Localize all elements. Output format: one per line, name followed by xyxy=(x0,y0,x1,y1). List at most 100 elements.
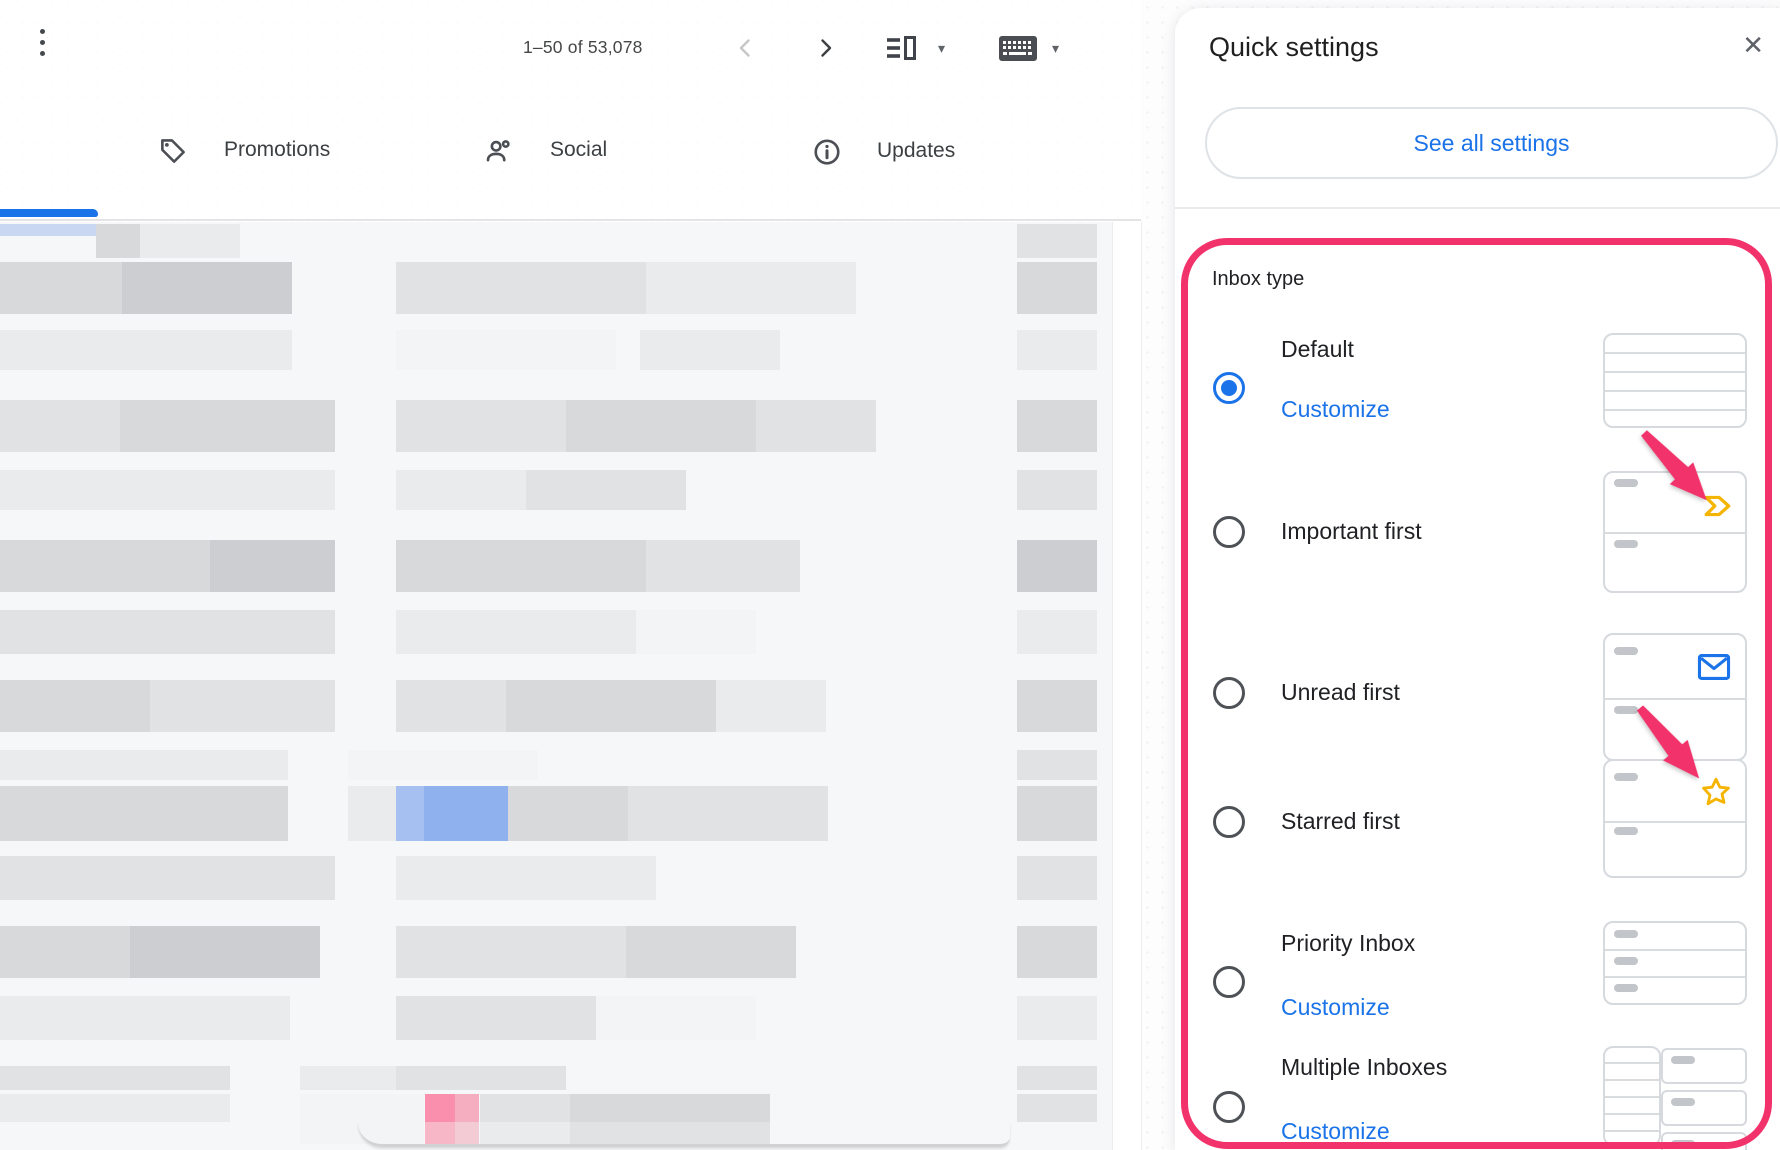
newer-page-button[interactable] xyxy=(734,36,758,60)
tab-updates[interactable]: Updates xyxy=(877,139,955,163)
active-tab-indicator xyxy=(0,209,98,217)
option-label-multiple-inboxes[interactable]: Multiple Inboxes xyxy=(1281,1054,1447,1081)
redacted-block xyxy=(1017,926,1097,978)
see-all-settings-button[interactable]: See all settings xyxy=(1205,107,1778,179)
redacted-block xyxy=(0,996,290,1040)
redacted-block xyxy=(0,680,150,732)
mail-list-pane: 1–50 of 53,078 ▾ xyxy=(0,0,1141,1150)
thumb-important-first xyxy=(1603,471,1747,593)
social-people-icon[interactable] xyxy=(483,136,513,171)
thumb-multiple-inboxes-left-table xyxy=(1603,1046,1661,1146)
radio-important-first[interactable] xyxy=(1213,516,1245,548)
redacted-block xyxy=(396,786,424,841)
chevron-right-icon xyxy=(813,36,837,60)
thumb-multiple-inboxes-box xyxy=(1661,1132,1747,1150)
redacted-block xyxy=(210,540,335,592)
pagination-count[interactable]: 1–50 of 53,078 xyxy=(523,37,643,58)
redacted-block xyxy=(0,610,335,654)
option-label-priority-inbox[interactable]: Priority Inbox xyxy=(1281,930,1415,957)
split-pane-caret-icon[interactable]: ▾ xyxy=(938,40,945,57)
redacted-block xyxy=(0,330,292,370)
envelope-icon xyxy=(1697,653,1731,681)
redacted-block xyxy=(596,996,756,1040)
redacted-block xyxy=(716,680,826,732)
redacted-block xyxy=(1017,680,1097,732)
radio-default[interactable] xyxy=(1213,372,1245,404)
more-options-icon[interactable] xyxy=(40,29,46,56)
thumb-unread-first xyxy=(1603,633,1747,761)
customize-link-priority-inbox[interactable]: Customize xyxy=(1281,994,1390,1021)
redacted-block xyxy=(640,330,780,370)
redacted-block xyxy=(1017,1094,1097,1122)
promotions-tag-icon[interactable] xyxy=(158,136,188,171)
tab-social[interactable]: Social xyxy=(550,138,607,162)
option-label-default[interactable]: Default xyxy=(1281,336,1354,363)
thumb-multiple-inboxes-box xyxy=(1661,1048,1747,1084)
radio-starred-first[interactable] xyxy=(1213,806,1245,838)
redacted-block xyxy=(140,224,240,258)
redacted-block xyxy=(1017,330,1097,370)
redacted-block xyxy=(646,540,800,592)
importance-marker-icon xyxy=(1703,493,1733,519)
list-scrollbar-gutter[interactable] xyxy=(1112,222,1142,1150)
star-icon xyxy=(1699,775,1733,809)
option-label-unread-first[interactable]: Unread first xyxy=(1281,679,1400,706)
redacted-block xyxy=(150,680,335,732)
redacted-block xyxy=(396,470,526,510)
radio-unread-first[interactable] xyxy=(1213,677,1245,709)
redacted-block xyxy=(480,1094,570,1122)
thumb-starred-first xyxy=(1603,759,1747,878)
customize-link-multiple-inboxes[interactable]: Customize xyxy=(1281,1118,1390,1145)
panel-title: Quick settings xyxy=(1209,32,1379,63)
redacted-block xyxy=(300,1066,400,1090)
thumb-priority-inbox xyxy=(1603,921,1747,1005)
close-icon[interactable]: ✕ xyxy=(1742,32,1764,58)
split-pane-button[interactable] xyxy=(884,34,918,67)
redacted-block xyxy=(396,330,616,370)
customize-link-default[interactable]: Customize xyxy=(1281,396,1390,423)
input-tools-caret-icon[interactable]: ▾ xyxy=(1052,40,1059,57)
redacted-block xyxy=(0,262,122,314)
redacted-block xyxy=(1017,470,1097,510)
input-tools-button[interactable] xyxy=(998,35,1038,67)
panel-header-divider xyxy=(1175,207,1780,209)
redacted-block xyxy=(1017,856,1097,900)
redacted-block xyxy=(1017,224,1097,258)
redacted-block xyxy=(636,610,756,654)
redacted-block xyxy=(626,926,796,978)
tab-promotions[interactable]: Promotions xyxy=(224,138,330,162)
redacted-block xyxy=(396,400,566,452)
redacted-block xyxy=(526,470,686,510)
updates-info-icon[interactable] xyxy=(812,137,842,172)
redacted-block xyxy=(1017,610,1097,654)
redacted-block xyxy=(1017,750,1097,780)
tabs-divider xyxy=(0,219,1141,221)
option-label-starred-first[interactable]: Starred first xyxy=(1281,808,1400,835)
redacted-block xyxy=(1017,1066,1097,1090)
redacted-block xyxy=(424,786,508,841)
see-all-settings-label: See all settings xyxy=(1414,130,1570,157)
redacted-block xyxy=(348,786,396,841)
redacted-block xyxy=(455,1094,479,1122)
redacted-block xyxy=(1017,400,1097,452)
redacted-block xyxy=(0,1066,230,1090)
redacted-block xyxy=(396,926,626,978)
redacted-block xyxy=(566,400,756,452)
gmail-quick-settings-screen: 1–50 of 53,078 ▾ xyxy=(0,0,1780,1150)
redacted-block xyxy=(0,224,96,236)
redacted-block xyxy=(0,400,120,452)
older-page-button[interactable] xyxy=(813,36,837,60)
redacted-block xyxy=(120,400,335,452)
redacted-block xyxy=(0,1094,230,1122)
radio-multiple-inboxes[interactable] xyxy=(1213,1091,1245,1123)
chevron-left-icon xyxy=(734,36,758,60)
redacted-block xyxy=(506,680,716,732)
redacted-block xyxy=(396,996,596,1040)
redacted-block xyxy=(396,262,646,314)
redacted-block xyxy=(396,856,656,900)
thumb-default xyxy=(1603,333,1747,428)
redacted-block xyxy=(646,262,856,314)
option-label-important-first[interactable]: Important first xyxy=(1281,518,1422,545)
radio-priority-inbox[interactable] xyxy=(1213,966,1245,998)
redacted-block xyxy=(396,610,636,654)
